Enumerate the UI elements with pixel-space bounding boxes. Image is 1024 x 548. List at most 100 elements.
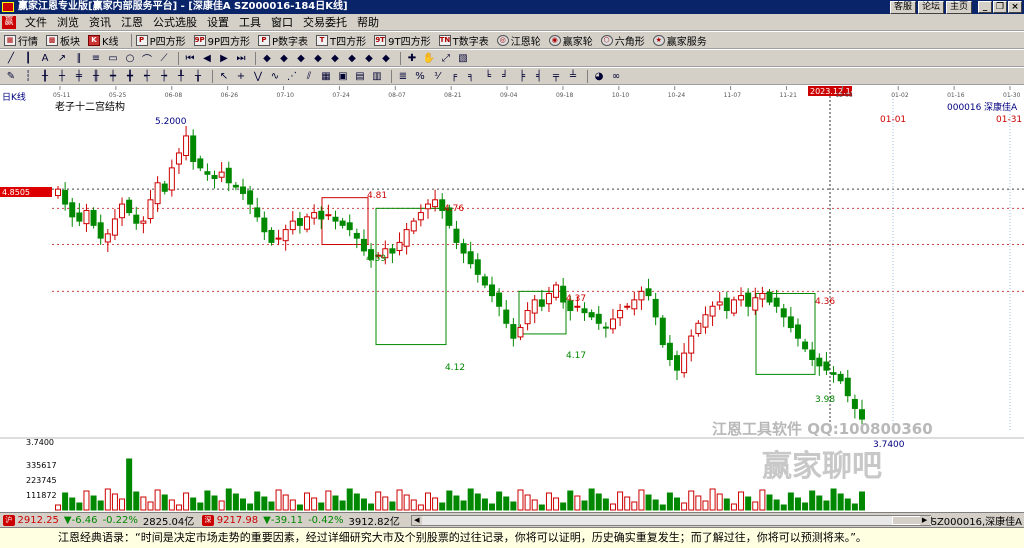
bars-icon[interactable]: ╋ (123, 70, 137, 83)
draw-arrow-icon[interactable]: ↗ (55, 52, 69, 65)
draw-text-icon[interactable]: A (38, 52, 52, 65)
p-square-button[interactable]: P P四方形 (135, 33, 186, 48)
tool-icon[interactable]: ╤ (549, 70, 563, 83)
diamond-icon[interactable]: ◆ (311, 52, 325, 65)
t-table-button[interactable]: TN T数字表 (438, 33, 489, 48)
sector-button[interactable]: ▩ 板块 (46, 33, 80, 48)
bars-icon[interactable]: ┾ (157, 70, 171, 83)
bars-icon[interactable]: ╀ (174, 70, 188, 83)
menu-tools[interactable]: 工具 (234, 14, 266, 30)
kline-chart-panel[interactable]: 日K线 老子十二宫结构 000016 深康佳A 01-01 01-31 4.85… (0, 86, 1024, 512)
minimize-button[interactable]: _ (978, 1, 992, 13)
tool-icon[interactable]: ╕ (464, 70, 478, 83)
tool-icon[interactable]: ╒ (447, 70, 461, 83)
chart-scrollbar[interactable]: ◀ ▶ (410, 514, 932, 526)
diamond-icon[interactable]: ◆ (345, 52, 359, 65)
draw-circle-icon[interactable]: ○ (123, 52, 137, 65)
service-link[interactable]: 客服 (889, 1, 916, 14)
menu-trade[interactable]: 交易委托 (298, 14, 352, 30)
menu-help[interactable]: 帮助 (352, 14, 384, 30)
color-icon[interactable]: ▧ (456, 52, 470, 65)
menu-browse[interactable]: 浏览 (52, 14, 84, 30)
fan-icon[interactable]: ⋰ (285, 70, 299, 83)
bars-icon[interactable]: ╪ (72, 70, 86, 83)
bars-icon[interactable]: ┽ (140, 70, 154, 83)
restore-button[interactable]: ❐ (993, 1, 1007, 13)
candle-body (787, 316, 794, 329)
infinity-icon[interactable]: ∞ (609, 70, 623, 83)
menu-settings[interactable]: 设置 (202, 14, 234, 30)
tool-icon[interactable]: ╞ (515, 70, 529, 83)
next-icon[interactable]: ▶ (217, 52, 231, 65)
percent-icon[interactable]: % (413, 70, 427, 83)
draw-channel-icon[interactable]: ∥ (72, 52, 86, 65)
box-icon[interactable]: ▥ (370, 70, 384, 83)
curve-icon[interactable]: ∿ (268, 70, 282, 83)
ratio-icon[interactable]: ⅟ (430, 70, 444, 83)
diamond-icon[interactable]: ◆ (260, 52, 274, 65)
tool-icon[interactable]: ╧ (566, 70, 580, 83)
9t-square-button[interactable]: 9T 9T四方形 (374, 33, 431, 48)
app-window: 赢家江恩专业版[赢家内部服务平台] - [深康佳A SZ000016-184日K… (0, 0, 1024, 548)
candle-body (353, 232, 360, 239)
draw-bars-icon[interactable]: ┃ (21, 52, 35, 65)
fit-icon[interactable]: ⤢ (439, 52, 453, 65)
hand-icon[interactable]: ✋ (422, 52, 436, 65)
menu-gann[interactable]: 江恩 (116, 14, 148, 30)
first-icon[interactable]: ⏮ (183, 52, 197, 65)
box-icon[interactable]: ▣ (336, 70, 350, 83)
bars-icon[interactable]: ╁ (191, 70, 205, 83)
draw-rect-icon[interactable]: ▭ (106, 52, 120, 65)
box-icon[interactable]: ▤ (353, 70, 367, 83)
trend-icon[interactable]: ⋁ (251, 70, 265, 83)
plus-icon[interactable]: + (234, 70, 248, 83)
p-table-button[interactable]: P P数字表 (258, 33, 308, 48)
tool-icon[interactable]: ╘ (481, 70, 495, 83)
menu-formula[interactable]: 公式选股 (148, 14, 202, 30)
menu-file[interactable]: 文件 (20, 14, 52, 30)
hexagon-button[interactable]: ⬡ 六角形 (600, 33, 645, 48)
tool-icon[interactable]: ╛ (498, 70, 512, 83)
draw-line-icon[interactable]: ╱ (4, 52, 18, 65)
bars-icon[interactable]: ┆ (21, 70, 35, 83)
draw-gann-fan-icon[interactable]: ⟋ (157, 52, 171, 65)
diamond-icon[interactable]: ◆ (277, 52, 291, 65)
draw-fib-icon[interactable]: ≡ (89, 52, 103, 65)
bars-icon[interactable]: ╫ (89, 70, 103, 83)
kline-button[interactable]: K K线 (88, 33, 119, 48)
bars-icon[interactable]: ╂ (38, 70, 52, 83)
homepage-link[interactable]: 主页 (945, 1, 972, 14)
quotes-button[interactable]: ▦ 行情 (4, 33, 38, 48)
draw-cycle-icon[interactable]: ⌒ (140, 52, 154, 66)
grid-icon[interactable]: ▦ (319, 70, 333, 83)
last-icon[interactable]: ⏭ (234, 52, 248, 65)
bars-icon[interactable]: ┼ (55, 70, 69, 83)
fib-icon[interactable]: ≣ (396, 70, 410, 83)
pencil-icon[interactable]: ✎ (4, 70, 18, 83)
scroll-left-icon[interactable]: ◀ (411, 515, 422, 525)
tool-icon[interactable]: ╡ (532, 70, 546, 83)
color-wheel-icon[interactable]: ◕ (592, 70, 606, 83)
winner-wheel-button[interactable]: ◉ 赢家轮 (548, 33, 593, 48)
forum-link[interactable]: 论坛 (917, 1, 944, 14)
diamond-icon[interactable]: ◆ (362, 52, 376, 65)
kline-chart-svg[interactable]: 日K线 老子十二宫结构 000016 深康佳A 01-01 01-31 4.85… (0, 86, 1024, 512)
diamond-icon[interactable]: ◆ (379, 52, 393, 65)
9p-square-button[interactable]: 9P 9P四方形 (193, 33, 250, 48)
diamond-icon[interactable]: ◆ (328, 52, 342, 65)
diamond-icon[interactable]: ◆ (294, 52, 308, 65)
scroll-right-icon[interactable]: ▶ (919, 515, 930, 525)
t-square-button[interactable]: T T四方形 (316, 33, 366, 48)
cross-icon[interactable]: ✚ (405, 52, 419, 65)
winner-service-button[interactable]: ★ 赢家服务 (652, 33, 707, 48)
gann-wheel-button[interactable]: ◎ 江恩轮 (496, 33, 541, 48)
close-button[interactable]: × (1008, 1, 1022, 13)
cursor-icon[interactable]: ↖ (217, 70, 231, 83)
menu-news[interactable]: 资讯 (84, 14, 116, 30)
bars-icon[interactable]: ┿ (106, 70, 120, 83)
prev-icon[interactable]: ◀ (200, 52, 214, 65)
index1-amount: 2825.04亿 (142, 516, 195, 528)
channel-icon[interactable]: ⫽ (302, 70, 316, 83)
menu-window[interactable]: 窗口 (266, 14, 298, 30)
candle-body (197, 158, 204, 169)
